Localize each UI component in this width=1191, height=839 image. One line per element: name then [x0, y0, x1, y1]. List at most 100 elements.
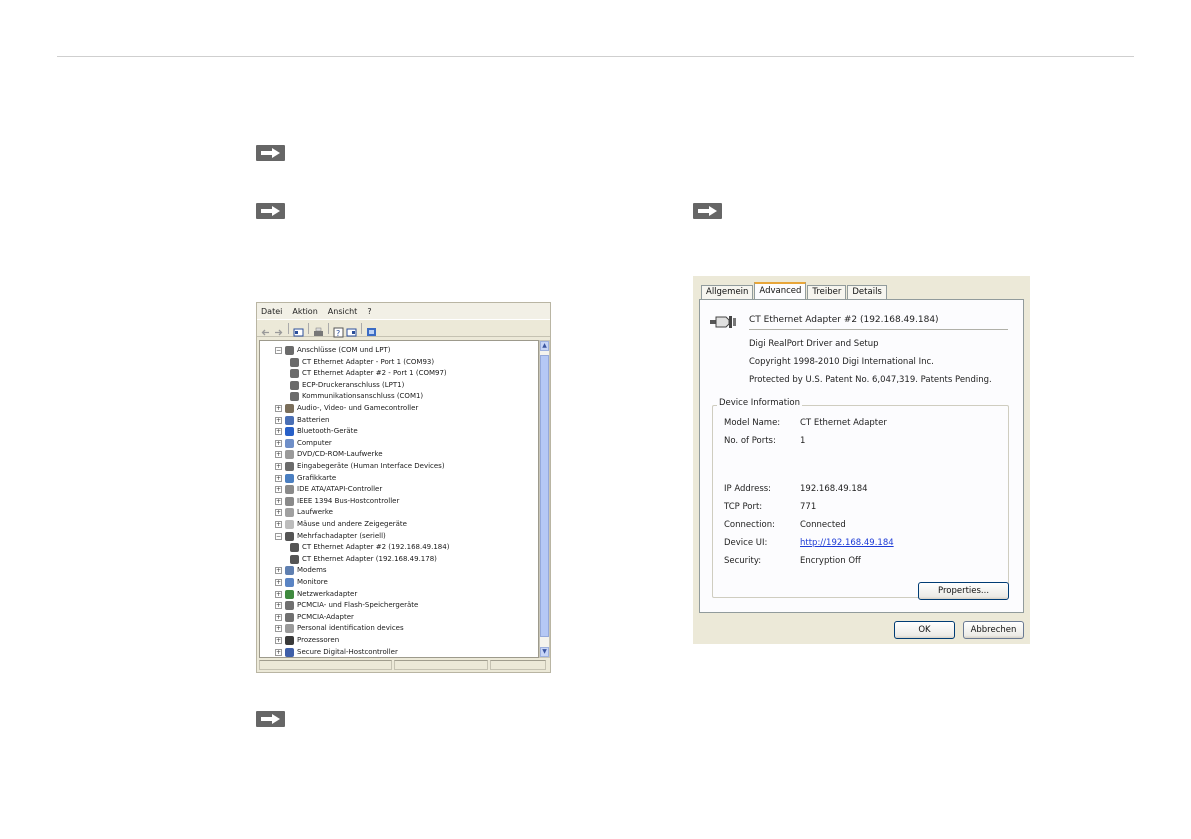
group-label: Device Information [717, 398, 802, 408]
forward-icon[interactable] [273, 323, 284, 335]
scroll-up-icon[interactable]: ▲ [540, 341, 549, 351]
copyright-line: Copyright 1998-2010 Digi International I… [749, 357, 934, 367]
tree-label: Kommunikationsanschluss (COM1) [302, 392, 424, 401]
tree-category[interactable]: + Audio-, Video- und Gamecontroller [275, 403, 418, 414]
expand-icon[interactable]: + [275, 486, 282, 494]
ok-button[interactable]: OK [894, 621, 955, 639]
expand-icon[interactable]: + [275, 497, 282, 505]
device-ui-link[interactable]: http://192.168.49.184 [800, 538, 894, 548]
properties-button[interactable]: Properties... [918, 582, 1009, 600]
tree-label: IDE ATA/ATAPI-Controller [297, 485, 383, 494]
scroll-down-icon[interactable]: ▼ [540, 647, 549, 657]
tree-category[interactable]: + DVD/CD-ROM-Laufwerke [275, 449, 383, 460]
expand-icon[interactable]: + [275, 509, 282, 517]
expand-icon[interactable]: + [275, 648, 282, 656]
expand-icon[interactable]: + [275, 637, 282, 644]
expand-icon[interactable]: + [275, 463, 282, 470]
expand-icon[interactable]: + [275, 405, 282, 412]
tree-label: Prozessoren [297, 636, 340, 644]
expand-icon[interactable]: + [275, 474, 282, 482]
view-icon[interactable] [346, 323, 357, 336]
back-icon[interactable] [260, 323, 271, 335]
cancel-button[interactable]: Abbrechen [963, 621, 1024, 639]
expand-icon[interactable]: + [275, 428, 282, 436]
modem-icon [285, 566, 294, 576]
tree-category[interactable]: + IEEE 1394 Bus-Hostcontroller [275, 496, 399, 507]
device-tree[interactable]: − Anschlüsse (COM und LPT) CT Ethernet Ada… [259, 340, 539, 658]
expand-icon[interactable]: + [275, 579, 282, 586]
sd-icon [285, 647, 294, 657]
tree-device[interactable]: CT Ethernet Adapter #2 - Port 1 (COM97) [290, 368, 447, 379]
collapse-icon[interactable]: − [275, 532, 282, 540]
tree-label: Personal identification devices [297, 624, 404, 633]
hid-icon [285, 462, 294, 471]
tab-allgemein[interactable]: Allgemein [701, 285, 754, 299]
tree-category[interactable]: − Mehrfachadapter (seriell) [275, 531, 386, 542]
computer-icon [285, 438, 294, 448]
tab-details[interactable]: Details [847, 285, 887, 299]
menu-item[interactable]: Aktion [292, 307, 317, 316]
expand-icon[interactable]: + [275, 439, 282, 447]
tree-category[interactable]: + Monitore [275, 577, 328, 588]
scan-hardware-icon[interactable] [366, 323, 377, 336]
expand-icon[interactable]: + [275, 613, 282, 621]
device-manager-window: Datei Aktion Ansicht? ? − Anschlüsse (COM u… [256, 302, 551, 673]
toolbar-separator [361, 322, 362, 334]
expand-icon[interactable]: + [275, 451, 282, 459]
tree-label: Modems [297, 566, 327, 575]
port-icon [285, 346, 294, 355]
help-icon[interactable]: ? [333, 323, 344, 338]
toolbar-separator [328, 322, 329, 334]
tree-device[interactable]: CT Ethernet Adapter (192.168.49.178) [290, 554, 437, 565]
expand-icon[interactable]: + [275, 416, 282, 424]
tree-category[interactable]: + IDE ATA/ATAPI-Controller [275, 484, 382, 495]
scrollbar-thumb[interactable] [540, 355, 549, 637]
device-title: CT Ethernet Adapter #2 (192.168.49.184) [749, 315, 939, 325]
tree-category[interactable]: + Prozessoren [275, 635, 339, 646]
port-icon [290, 369, 299, 379]
menu-item[interactable]: Ansicht [328, 307, 358, 316]
properties-icon[interactable] [293, 323, 304, 336]
tab-advanced[interactable]: Advanced [754, 282, 807, 299]
tree-device[interactable]: CT Ethernet Adapter #2 (192.168.49.184) [290, 542, 449, 553]
tree-category[interactable]: + Modems [275, 565, 327, 576]
tree-device[interactable]: Kommunikationsanschluss (COM1) [290, 391, 423, 402]
title-divider [749, 329, 1008, 330]
tree-category[interactable]: + Computer [275, 438, 332, 449]
patent-line: Protected by U.S. Patent No. 6,047,319. … [749, 375, 992, 385]
tree-category[interactable]: + Netzwerkadapter [275, 589, 357, 600]
tree-category[interactable]: + Bluetooth-Geräte [275, 426, 358, 437]
tree-device[interactable]: ECP-Druckeranschluss (LPT1) [290, 380, 404, 391]
tree-category[interactable]: + PCMCIA- und Flash-Speichergeräte [275, 600, 418, 611]
tree-label: Mehrfachadapter (seriell) [297, 531, 386, 540]
print-icon[interactable] [313, 323, 324, 336]
serial-adapter-icon [290, 554, 299, 564]
tree-category[interactable]: + Laufwerke [275, 507, 333, 518]
menu-item[interactable]: ? [367, 307, 371, 316]
tcp-port-value: 771 [800, 502, 817, 512]
tree-category[interactable]: − Anschlüsse (COM und LPT) [275, 345, 390, 356]
expand-icon[interactable]: + [275, 521, 282, 528]
expand-icon[interactable]: + [275, 602, 282, 610]
ide-icon [285, 485, 294, 495]
tree-label: Computer [297, 438, 332, 447]
tab-treiber[interactable]: Treiber [807, 285, 847, 299]
expand-icon[interactable]: + [275, 590, 282, 598]
tree-device[interactable]: CT Ethernet Adapter - Port 1 (COM93) [290, 357, 434, 368]
tree-label: Bluetooth-Geräte [297, 427, 358, 436]
expand-icon[interactable]: + [275, 625, 282, 633]
tree-category[interactable]: + PCMCIA-Adapter [275, 612, 354, 623]
advanced-panel: CT Ethernet Adapter #2 (192.168.49.184) … [699, 299, 1024, 613]
tree-scrollbar[interactable]: ▲ ▼ [539, 340, 550, 658]
tree-category[interactable]: + Secure Digital-Hostcontroller [275, 647, 398, 657]
serial-adapter-icon [290, 543, 299, 553]
menu-item[interactable]: Datei [261, 307, 282, 316]
tree-category[interactable]: + Mäuse und andere Zeigegeräte [275, 519, 407, 530]
port-icon [290, 357, 299, 367]
tree-category[interactable]: + Personal identification devices [275, 623, 404, 634]
expand-icon[interactable]: + [275, 567, 282, 575]
tree-category[interactable]: + Batterien [275, 415, 329, 426]
tree-category[interactable]: + Grafikkarte [275, 473, 336, 484]
collapse-icon[interactable]: − [275, 347, 282, 354]
tree-category[interactable]: + Eingabegeräte (Human Interface Devices) [275, 461, 445, 472]
